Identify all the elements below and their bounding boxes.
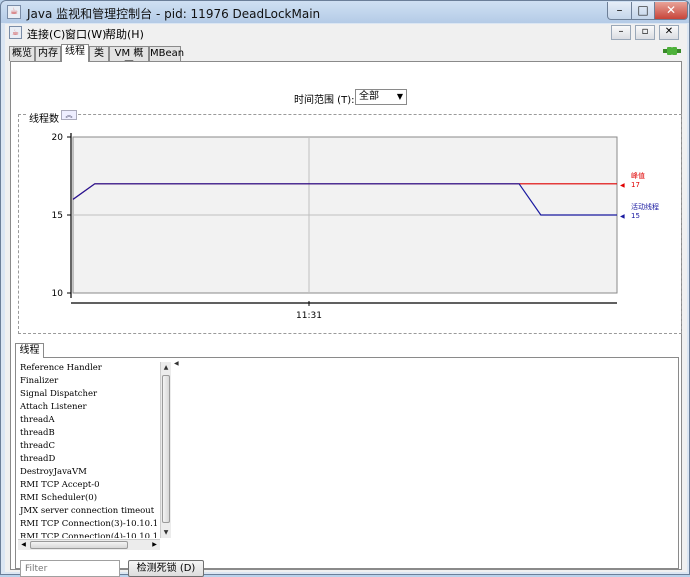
chart-panel-title: 线程数 <box>27 110 61 125</box>
thread-list-item[interactable]: threadD <box>18 453 158 466</box>
thread-list-item[interactable]: threadC <box>18 440 158 453</box>
tab-vm-summary[interactable]: VM 概要 <box>109 46 149 72</box>
thread-list-horizontal-scrollbar[interactable]: ◀ ▶ <box>18 539 160 550</box>
thread-filter-input[interactable] <box>20 560 120 577</box>
collapse-up-icon[interactable]: ︽ <box>61 110 77 120</box>
inner-minimize-button[interactable]: – <box>611 25 631 40</box>
detect-deadlock-button[interactable]: 检测死锁 (D) <box>128 560 204 577</box>
legend-series-name: 活动线程 <box>631 202 659 211</box>
app-window: ☕ Java 监视和管理控制台 - pid: 11976 DeadLockMai… <box>0 0 690 577</box>
title-bar[interactable]: ☕ Java 监视和管理控制台 - pid: 11976 DeadLockMai… <box>1 1 689 23</box>
menu-help[interactable]: 帮助(H) <box>105 26 144 42</box>
thread-list-item[interactable]: Signal Dispatcher <box>18 388 158 401</box>
thread-list-item[interactable]: threadB <box>18 427 158 440</box>
thread-list-item[interactable]: threadA <box>18 414 158 427</box>
tab-classes[interactable]: 类 <box>89 46 109 61</box>
window-title: Java 监视和管理控制台 - pid: 11976 DeadLockMain <box>27 7 321 21</box>
thread-list-item[interactable]: RMI TCP Connection(3)-10.10.13 <box>18 518 158 531</box>
time-range-value: 全部 <box>359 91 379 102</box>
legend-series-value: 15 <box>631 212 640 220</box>
y-tick-label: 10 <box>52 289 64 299</box>
thread-list-item[interactable]: RMI Scheduler(0) <box>18 492 158 505</box>
maximize-button[interactable]: □ <box>631 2 655 20</box>
menu-window[interactable]: 窗口(W) <box>65 26 106 42</box>
scrollbar-thumb[interactable] <box>30 541 128 549</box>
scroll-down-icon[interactable]: ▼ <box>161 527 171 538</box>
thread-count-chart-panel: 11:31 10 15 20 ◀ 峰值 17 ◀ 活动线程 15 线程数 ︽ <box>18 110 682 334</box>
thread-list-item[interactable]: Attach Listener <box>18 401 158 414</box>
time-range-label: 时间范围 (T): <box>294 95 355 106</box>
legend-series-value: 17 <box>631 181 640 189</box>
thread-list-item[interactable]: JMX server connection timeout <box>18 505 158 518</box>
minimize-button[interactable]: – <box>607 2 632 20</box>
inner-close-button[interactable]: ✕ <box>659 25 679 40</box>
legend-series-name: 峰值 <box>631 171 645 180</box>
thread-count-chart: 11:31 101520 ◀峰值17◀活动线程15 <box>52 133 659 321</box>
tab-threads[interactable]: 线程 <box>61 44 89 62</box>
close-button[interactable]: ✕ <box>654 2 688 20</box>
connection-plug-icon <box>663 47 681 55</box>
splitter-handle-icon[interactable]: ◀ <box>174 360 179 367</box>
scroll-up-icon[interactable]: ▲ <box>161 362 171 373</box>
tab-overview[interactable]: 概览 <box>9 46 35 61</box>
menu-connection[interactable]: 连接(C) <box>27 26 65 42</box>
thread-list[interactable]: Reference Handler Finalizer Signal Dispatc… <box>18 362 158 538</box>
threads-area: Reference Handler Finalizer Signal Dispatc… <box>15 357 679 569</box>
threads-list-tab[interactable]: 线程 <box>15 343 44 358</box>
tab-mbean[interactable]: MBean <box>149 46 184 61</box>
y-tick-label: 20 <box>52 133 64 143</box>
java-cup-icon: ☕ <box>9 26 22 39</box>
tab-memory[interactable]: 内存 <box>35 46 61 61</box>
x-tick-label: 11:31 <box>296 311 322 321</box>
legend-marker-icon: ◀ <box>620 213 625 220</box>
y-tick-label: 15 <box>52 211 63 221</box>
menu-bar: ☕ 连接(C) 窗口(W) 帮助(H) – ▫ ✕ <box>5 24 687 42</box>
time-range-select[interactable]: 全部 ▼ <box>355 89 407 105</box>
inner-restore-button[interactable]: ▫ <box>635 25 655 40</box>
scroll-left-icon[interactable]: ◀ <box>18 540 29 550</box>
chevron-down-icon: ▼ <box>396 92 403 101</box>
legend-marker-icon: ◀ <box>620 182 625 189</box>
scrollbar-thumb[interactable] <box>162 375 170 523</box>
threads-tab-panel: 时间范围 (T): 全部 ▼ 11:31 10 15 20 ◀ 峰值 17 ◀ 活动线程 15 <box>10 61 682 577</box>
java-cup-icon: ☕ <box>7 5 21 19</box>
thread-list-item[interactable]: RMI TCP Connection(4)-10.10.13 <box>18 531 158 538</box>
thread-list-item[interactable]: Reference Handler <box>18 362 158 375</box>
scroll-right-icon[interactable]: ▶ <box>149 540 160 550</box>
thread-list-item[interactable]: Finalizer <box>18 375 158 388</box>
thread-list-item[interactable]: RMI TCP Accept-0 <box>18 479 158 492</box>
main-content: 概览 内存 线程 类 VM 概要 MBean 时间范围 (T): 全部 ▼ <box>5 42 687 577</box>
thread-list-item[interactable]: DestroyJavaVM <box>18 466 158 479</box>
thread-list-vertical-scrollbar[interactable]: ▲ ▼ <box>160 362 171 538</box>
